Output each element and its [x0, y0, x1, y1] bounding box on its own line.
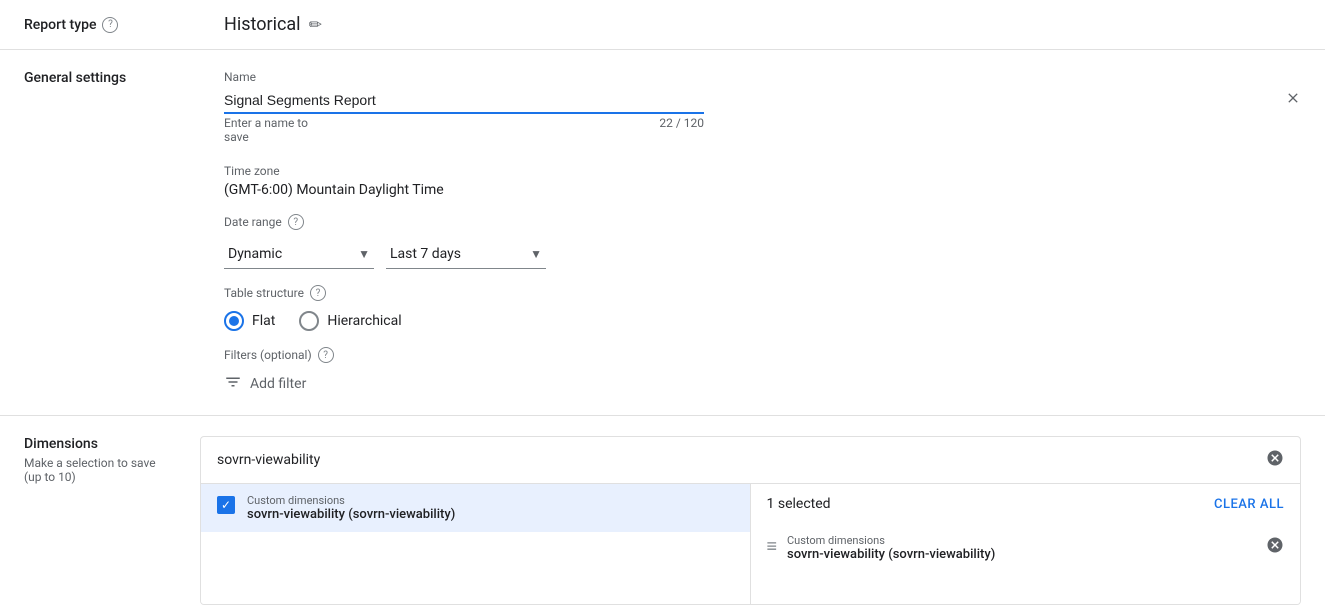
general-settings-section: General settings Name Enter a name to sa…: [0, 50, 1325, 416]
date-range-period-arrow-icon: ▼: [530, 247, 542, 261]
daterange-label-row: Date range ?: [224, 214, 1301, 230]
remove-selected-icon[interactable]: [1266, 536, 1284, 558]
daterange-label: Date range: [224, 215, 282, 229]
general-settings-label: General settings: [24, 70, 126, 86]
filters-help-icon[interactable]: ?: [318, 347, 334, 363]
name-clear-icon[interactable]: [1285, 90, 1301, 110]
radio-option-flat[interactable]: Flat: [224, 311, 275, 331]
radio-flat-circle: [224, 311, 244, 331]
table-structure-label: Table structure: [224, 286, 304, 300]
timezone-section: Time zone (GMT-6:00) Mountain Daylight T…: [224, 164, 1301, 198]
radio-hierarchical-circle: [299, 311, 319, 331]
table-structure-section: Table structure ? Flat Hierarchical: [224, 285, 1301, 331]
dimensions-search-bar: sovrn-viewability: [201, 437, 1300, 484]
timezone-value: (GMT-6:00) Mountain Daylight Time: [224, 182, 1301, 198]
name-char-count: 22 / 120: [315, 116, 704, 148]
dimensions-section: Dimensions Make a selection to save (up …: [0, 416, 1325, 605]
drag-handle-icon: ≡: [767, 536, 778, 557]
name-field-wrapper: [224, 88, 1301, 114]
timezone-label: Time zone: [224, 164, 1301, 178]
selected-count: 1 selected: [767, 496, 831, 512]
selected-item-info: Custom dimensions sovrn-viewability (sov…: [787, 534, 1256, 562]
edit-report-type-icon[interactable]: ✏: [309, 15, 322, 34]
selected-item-name: sovrn-viewability (sovrn-viewability): [787, 547, 1256, 562]
name-field-section: Name Enter a name to save 22 / 120: [224, 70, 1301, 148]
name-helper-text: Enter a name to save: [224, 116, 315, 144]
filter-icon: [224, 373, 242, 395]
radio-flat-label: Flat: [252, 313, 275, 329]
radio-option-hierarchical[interactable]: Hierarchical: [299, 311, 401, 331]
table-structure-radio-group: Flat Hierarchical: [224, 311, 1301, 331]
add-filter-label: Add filter: [250, 376, 306, 392]
dimension-item-info: Custom dimensions sovrn-viewability (sov…: [247, 494, 734, 522]
radio-hierarchical-label: Hierarchical: [327, 313, 401, 329]
date-range-type-arrow-icon: ▼: [358, 247, 370, 261]
report-type-value: Historical: [224, 14, 301, 35]
selected-dimension-item: ≡ Custom dimensions sovrn-viewability (s…: [751, 524, 1301, 572]
dimensions-search-value[interactable]: sovrn-viewability: [217, 452, 1266, 468]
dimensions-list-item[interactable]: ✓ Custom dimensions sovrn-viewability (s…: [201, 484, 750, 532]
report-type-help-icon[interactable]: ?: [102, 17, 118, 33]
selected-panel-header: 1 selected CLEAR ALL: [751, 484, 1301, 524]
daterange-help-icon[interactable]: ?: [288, 214, 304, 230]
table-structure-help-icon[interactable]: ?: [310, 285, 326, 301]
dimensions-label-area: Dimensions Make a selection to save (up …: [0, 436, 200, 484]
filters-label-row: Filters (optional) ?: [224, 347, 1301, 363]
report-type-value-area: Historical ✏: [224, 14, 322, 35]
report-type-label: Report type: [24, 17, 96, 33]
dimensions-search-clear-icon[interactable]: [1266, 449, 1284, 471]
report-type-row: Report type ? Historical ✏: [0, 0, 1325, 50]
dimensions-title: Dimensions: [24, 436, 176, 452]
report-type-label-area: Report type ?: [24, 17, 224, 33]
daterange-dropdowns: Dynamic ▼ Last 7 days ▼: [224, 240, 1301, 269]
dimensions-subtitle: Make a selection to save (up to 10): [24, 456, 176, 484]
dimension-checkbox[interactable]: ✓: [217, 496, 235, 514]
date-range-period-dropdown[interactable]: Last 7 days ▼: [386, 240, 546, 269]
filters-label: Filters (optional): [224, 348, 312, 362]
date-range-period-value: Last 7 days: [390, 246, 461, 262]
daterange-section: Date range ? Dynamic ▼ Last 7 days ▼: [224, 214, 1301, 269]
dimensions-right-panel: 1 selected CLEAR ALL ≡ Custom dimensions…: [751, 484, 1301, 604]
filters-section: Filters (optional) ? Add filter: [224, 347, 1301, 395]
date-range-type-value: Dynamic: [228, 246, 282, 262]
name-label: Name: [224, 70, 1301, 84]
general-settings-content: Name Enter a name to save 22 / 120 Time …: [224, 70, 1301, 395]
dimensions-content: sovrn-viewability ✓ Custom dimensions so…: [200, 436, 1301, 605]
dimension-category: Custom dimensions: [247, 494, 734, 507]
table-structure-label-row: Table structure ?: [224, 285, 1301, 301]
dimensions-panels: ✓ Custom dimensions sovrn-viewability (s…: [201, 484, 1300, 604]
add-filter-button[interactable]: Add filter: [224, 373, 1301, 395]
clear-all-button[interactable]: CLEAR ALL: [1214, 497, 1284, 512]
selected-item-category: Custom dimensions: [787, 534, 1256, 547]
general-settings-label-area: General settings: [24, 70, 224, 86]
checkbox-check-icon: ✓: [221, 498, 231, 512]
date-range-type-dropdown[interactable]: Dynamic ▼: [224, 240, 374, 269]
dimensions-left-panel: ✓ Custom dimensions sovrn-viewability (s…: [201, 484, 751, 604]
dimension-name: sovrn-viewability (sovrn-viewability): [247, 507, 734, 522]
name-input[interactable]: [224, 88, 704, 114]
